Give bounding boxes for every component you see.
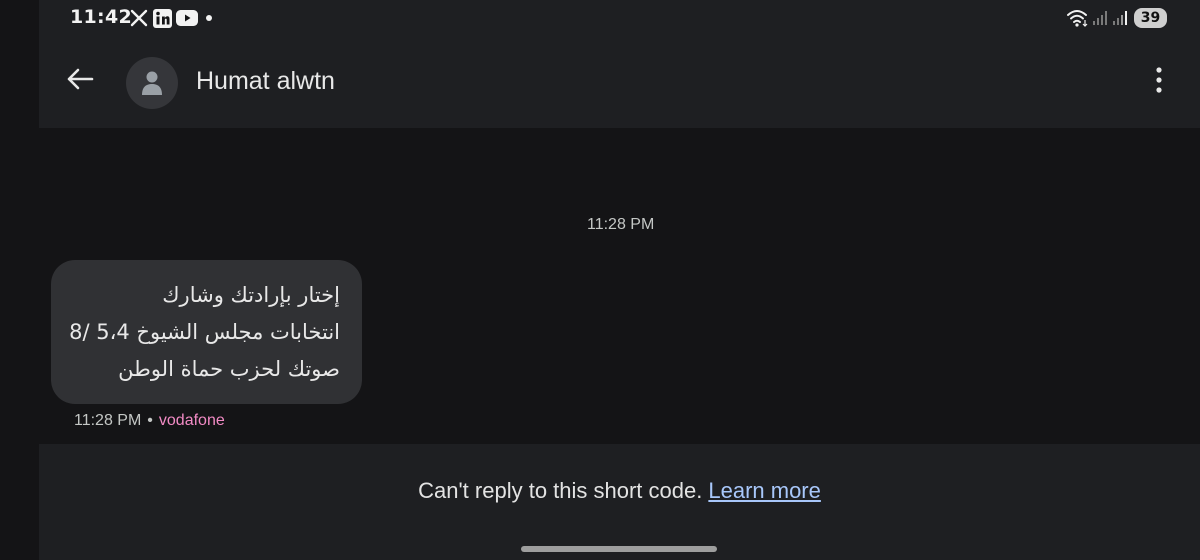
- x-icon: [130, 8, 148, 28]
- gesture-nav-handle[interactable]: [521, 546, 717, 552]
- more-vert-icon: [1156, 67, 1162, 93]
- linkedin-icon: [153, 8, 172, 28]
- message-line: انتخابات مجلس الشيوخ 5،4 /8: [69, 320, 340, 344]
- person-icon: [142, 71, 162, 95]
- notice-text: Can't reply to this short code.: [418, 478, 703, 503]
- message-line: إختار بإرادتك وشارك: [162, 283, 340, 307]
- battery-indicator: 39: [1134, 8, 1167, 28]
- contact-name[interactable]: Humat alwtn: [196, 67, 335, 96]
- signal-icon: [1112, 8, 1128, 28]
- status-bar: 11:42 39: [0, 0, 1200, 36]
- conversation-view[interactable]: 11:28 PM إختار بإرادتك وشارك انتخابات مج…: [39, 129, 1200, 444]
- back-button[interactable]: [63, 62, 97, 96]
- reply-footer: Can't reply to this short code. Learn mor…: [39, 444, 1200, 560]
- date-stamp: 11:28 PM: [587, 216, 655, 233]
- short-code-notice: Can't reply to this short code. Learn mor…: [39, 478, 1200, 504]
- youtube-icon: [176, 8, 198, 28]
- carrier-label: vodafone: [158, 412, 225, 429]
- status-time: 11:42: [70, 6, 132, 28]
- message-time: 11:28 PM: [74, 412, 142, 429]
- dot-icon: [205, 8, 213, 28]
- more-options-button[interactable]: [1147, 64, 1171, 96]
- arrow-back-icon: [67, 68, 94, 90]
- screen: 11:42 39 Humat alwtn 11:28 PM إختار بإرا…: [0, 0, 1200, 560]
- avatar[interactable]: [126, 57, 178, 109]
- meta-separator: •: [147, 412, 153, 429]
- message-bubble[interactable]: إختار بإرادتك وشارك انتخابات مجلس الشيوخ…: [51, 260, 362, 404]
- app-bar: Humat alwtn: [39, 36, 1200, 128]
- message-line: صوتك لحزب حماة الوطن: [118, 357, 340, 381]
- wifi-icon: [1066, 8, 1088, 28]
- message-meta: 11:28 PM • vodafone: [74, 412, 225, 430]
- learn-more-link[interactable]: Learn more: [708, 478, 821, 503]
- signal-icon: [1092, 8, 1108, 28]
